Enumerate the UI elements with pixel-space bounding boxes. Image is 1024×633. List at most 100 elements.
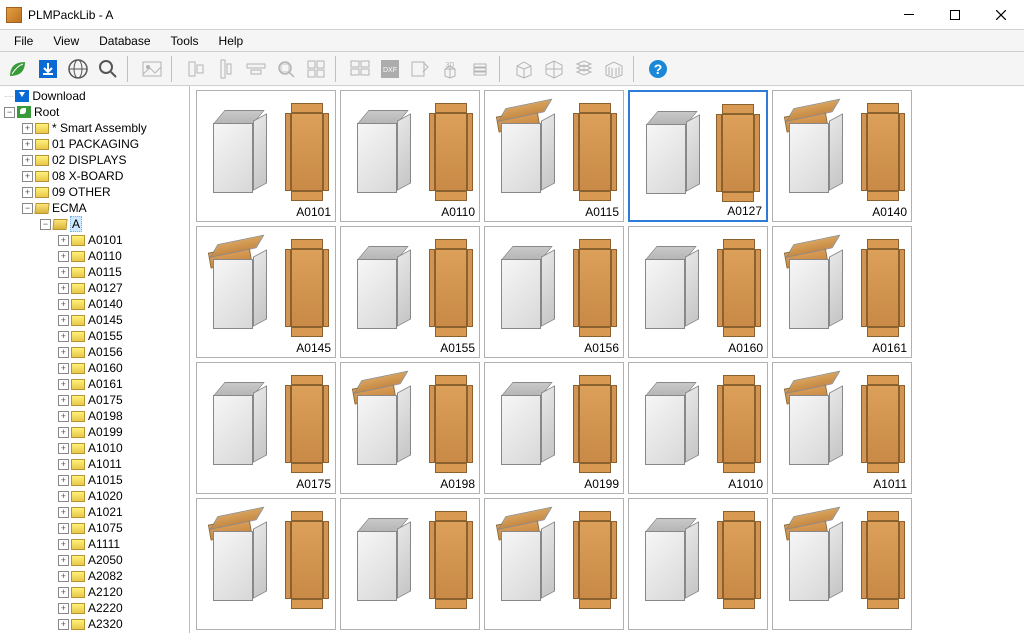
expand-icon[interactable]: + [58,475,69,486]
bundle-button[interactable] [466,55,494,83]
tree-item[interactable]: +A1011 [2,456,189,472]
collapse-icon[interactable]: − [22,203,33,214]
globe-button[interactable] [64,55,92,83]
expand-icon[interactable]: + [58,539,69,550]
thumbnail-item[interactable] [340,498,480,630]
tree-item[interactable]: +A0115 [2,264,189,280]
minimize-button[interactable] [886,0,932,30]
container-button[interactable] [600,55,628,83]
tree-item[interactable]: +A0155 [2,328,189,344]
thumbnail-item[interactable]: A0156 [484,226,624,358]
tree-item[interactable]: +A2320 [2,616,189,632]
maximize-button[interactable] [932,0,978,30]
expand-icon[interactable]: + [22,155,33,166]
expand-icon[interactable]: + [58,507,69,518]
expand-icon[interactable]: + [22,171,33,182]
expand-icon[interactable]: + [58,427,69,438]
menu-database[interactable]: Database [89,32,160,50]
expand-icon[interactable]: + [58,251,69,262]
expand-icon[interactable]: + [58,267,69,278]
tree-folder[interactable]: −ECMA [2,200,189,216]
tree-item[interactable]: +A0110 [2,248,189,264]
leaf-button[interactable] [4,55,32,83]
expand-icon[interactable]: + [58,235,69,246]
expand-icon[interactable]: + [58,315,69,326]
thumbnail-item[interactable]: A0198 [340,362,480,494]
expand-icon[interactable]: + [58,283,69,294]
tree-item[interactable]: +A0127 [2,280,189,296]
tree-item[interactable]: +A1020 [2,488,189,504]
collapse-icon[interactable]: − [4,107,15,118]
expand-icon[interactable]: + [58,411,69,422]
expand-icon[interactable]: + [58,555,69,566]
expand-icon[interactable]: + [58,603,69,614]
expand-icon[interactable]: + [58,331,69,342]
tree-folder[interactable]: +01 PACKAGING [2,136,189,152]
expand-icon[interactable]: + [58,571,69,582]
collapse-icon[interactable]: − [40,219,51,230]
tree-pane[interactable]: ···· Download − Root +* Smart Assembly+0… [0,86,190,633]
thumbnail-item[interactable]: A0127 [628,90,768,222]
tree-folder[interactable]: +08 X-BOARD [2,168,189,184]
tree-item[interactable]: +A2120 [2,584,189,600]
case-button[interactable] [510,55,538,83]
tree-folder[interactable]: +09 OTHER [2,184,189,200]
thumbnail-pane[interactable]: A0101A0110A0115A0127A0140A0145A0155A0156… [190,86,1024,633]
expand-icon[interactable]: + [58,459,69,470]
thumbnail-item[interactable] [484,498,624,630]
tree-item[interactable]: +A0145 [2,312,189,328]
expand-icon[interactable]: + [22,123,33,134]
menu-file[interactable]: File [4,32,43,50]
align-center-v-button[interactable] [212,55,240,83]
tree-item[interactable]: +A0198 [2,408,189,424]
expand-icon[interactable]: + [22,139,33,150]
search-button[interactable] [94,55,122,83]
download-button[interactable] [34,55,62,83]
tree-download[interactable]: ···· Download [2,88,189,104]
expand-icon[interactable]: + [58,619,69,630]
close-button[interactable] [978,0,1024,30]
expand-icon[interactable]: + [58,347,69,358]
tree-item[interactable]: +A0175 [2,392,189,408]
menu-tools[interactable]: Tools [161,32,209,50]
tree-item[interactable]: +A0140 [2,296,189,312]
image-button[interactable] [138,55,166,83]
thumbnail-item[interactable] [196,498,336,630]
zoom-fit-button[interactable] [272,55,300,83]
tree-item[interactable]: +A1010 [2,440,189,456]
expand-icon[interactable]: + [58,491,69,502]
thumbnail-item[interactable]: A0110 [340,90,480,222]
tree-item[interactable]: +A1111 [2,536,189,552]
expand-icon[interactable]: + [58,523,69,534]
thumbnail-item[interactable]: A1010 [628,362,768,494]
3d-button[interactable]: 3D [436,55,464,83]
tree-item[interactable]: +A0161 [2,376,189,392]
expand-icon[interactable]: + [22,187,33,198]
align-center-h-button[interactable] [242,55,270,83]
tree-item[interactable]: +A2082 [2,568,189,584]
menu-view[interactable]: View [43,32,89,50]
tree-item[interactable]: +A0199 [2,424,189,440]
thumbnail-item[interactable]: A0115 [484,90,624,222]
thumbnail-item[interactable]: A0101 [196,90,336,222]
thumbnail-item[interactable]: A0155 [340,226,480,358]
tree-item[interactable]: +A0156 [2,344,189,360]
tree-item[interactable]: +A2220 [2,600,189,616]
thumbnail-item[interactable] [772,498,912,630]
expand-icon[interactable]: + [58,587,69,598]
stack-button[interactable] [570,55,598,83]
pallet-button[interactable] [540,55,568,83]
expand-icon[interactable]: + [58,395,69,406]
layout-button[interactable] [302,55,330,83]
thumbnail-item[interactable]: A0145 [196,226,336,358]
tree-item[interactable]: +A1075 [2,520,189,536]
tree-item[interactable]: +A0160 [2,360,189,376]
tree-item[interactable]: +A1021 [2,504,189,520]
thumbnail-item[interactable]: A1011 [772,362,912,494]
help-button[interactable]: ? [644,55,672,83]
edit-button[interactable] [406,55,434,83]
expand-icon[interactable]: + [58,379,69,390]
tree-folder[interactable]: +02 DISPLAYS [2,152,189,168]
tree-item[interactable]: +A0101 [2,232,189,248]
thumbnail-item[interactable]: A0160 [628,226,768,358]
